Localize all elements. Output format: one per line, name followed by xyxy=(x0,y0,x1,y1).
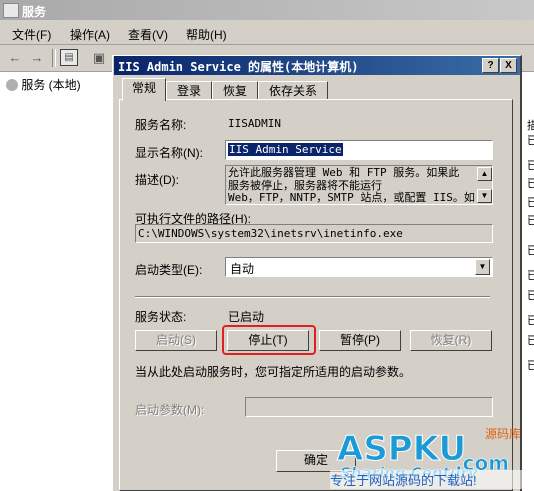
hint-text: 当从此处启动服务时，您可指定所适用的启动参数。 xyxy=(135,365,412,379)
list-column-header: 描 xyxy=(527,120,534,132)
dialog-titlebar[interactable]: IIS Admin Service 的属性(本地计算机) ? X xyxy=(114,56,520,75)
dialog-title: IIS Admin Service 的属性(本地计算机) xyxy=(118,60,359,74)
list-item: 已 xyxy=(527,245,534,257)
close-button[interactable]: X xyxy=(500,58,517,73)
list-item: 已 xyxy=(527,315,534,327)
display-name-value: IIS Admin Service xyxy=(228,143,343,156)
chevron-down-icon[interactable]: ▼ xyxy=(475,259,490,275)
help-button[interactable]: ? xyxy=(482,58,499,73)
description-textarea[interactable]: 允许此服务器管理 Web 和 FTP 服务。如果此 服务被停止，服务器将不能运行… xyxy=(225,165,493,205)
services-window-titlebar[interactable]: 服务 xyxy=(0,0,534,20)
description-line: 允许此服务器管理 Web 和 FTP 服务。如果此 xyxy=(228,166,460,179)
startup-type-label: 启动类型(E): xyxy=(135,263,203,277)
list-item: 已 xyxy=(527,215,534,227)
display-name-field[interactable]: IIS Admin Service xyxy=(225,140,493,160)
window-title: 服务 xyxy=(22,5,47,19)
forward-arrow-icon[interactable]: → xyxy=(28,49,46,66)
exe-path-value: C:\WINDOWS\system32\inetsrv\inetinfo.exe xyxy=(138,227,403,240)
watermark-tagline: 专注于网站源码的下载站! xyxy=(330,470,534,489)
tree-item-label: 服务 (本地) xyxy=(21,78,81,92)
services-gear-icon xyxy=(6,79,18,91)
service-status-value: 已启动 xyxy=(228,310,265,324)
menu-file[interactable]: 文件(F) xyxy=(12,26,51,43)
start-button[interactable]: 启动(S) xyxy=(135,330,217,351)
start-params-label: 启动参数(M): xyxy=(135,403,205,417)
startup-type-select[interactable]: 自动 ▼ xyxy=(225,257,493,277)
list-item: 已 xyxy=(527,270,534,282)
start-params-field[interactable] xyxy=(245,397,493,417)
properties-icon[interactable]: ▣ xyxy=(90,49,108,66)
show-tree-icon[interactable]: ▤ xyxy=(60,49,78,66)
back-arrow-icon[interactable]: ← xyxy=(6,49,24,66)
exe-path-field: C:\WINDOWS\system32\inetsrv\inetinfo.exe xyxy=(135,224,493,243)
svg-text:ASPKU: ASPKU xyxy=(337,429,466,469)
services-gear-icon xyxy=(3,3,19,18)
resume-button[interactable]: 恢复(R) xyxy=(410,330,492,351)
service-name-value: IISADMIN xyxy=(228,117,281,130)
description-line: Web，FTP，NNTP，SMTP 站点，或配置 IIS。如 xyxy=(228,191,475,204)
menu-view[interactable]: 查看(V) xyxy=(128,26,168,43)
pause-button[interactable]: 暂停(P) xyxy=(319,330,401,351)
list-item: 已 xyxy=(527,135,534,147)
display-name-label: 显示名称(N): xyxy=(135,146,203,160)
scroll-up-icon[interactable]: ▲ xyxy=(477,167,492,181)
stop-button-highlight xyxy=(222,325,316,355)
description-text: 允许此服务器管理 Web 和 FTP 服务。如果此 服务被停止，服务器将不能运行… xyxy=(228,166,475,204)
toolbar-separator xyxy=(52,49,56,67)
scroll-down-icon[interactable]: ▼ xyxy=(477,189,492,203)
list-item: 已 xyxy=(527,178,534,190)
startup-type-value: 自动 xyxy=(230,262,255,276)
tree-pane: 服务 (本地) xyxy=(0,72,114,491)
menu-action[interactable]: 操作(A) xyxy=(70,26,110,43)
list-item: 已 xyxy=(527,160,534,172)
tab-logon[interactable]: 登录 xyxy=(166,81,212,100)
tab-dependencies[interactable]: 依存关系 xyxy=(258,81,328,100)
list-item: 已 xyxy=(527,290,534,302)
service-name-label: 服务名称: xyxy=(135,118,187,132)
list-item: 已 xyxy=(527,335,534,347)
menubar: 文件(F) 操作(A) 查看(V) 帮助(H) xyxy=(0,20,534,45)
svg-text:源码库: 源码库 xyxy=(485,426,521,441)
description-label: 描述(D): xyxy=(135,173,179,187)
divider xyxy=(135,296,490,298)
service-status-label: 服务状态: xyxy=(135,310,187,324)
list-item: 已 xyxy=(527,360,534,372)
menu-help[interactable]: 帮助(H) xyxy=(186,26,227,43)
list-item: 已 xyxy=(527,197,534,209)
tab-general[interactable]: 常规 xyxy=(122,78,166,101)
tab-recovery[interactable]: 恢复 xyxy=(212,81,258,100)
tree-item-services-local[interactable]: 服务 (本地) xyxy=(6,76,81,93)
